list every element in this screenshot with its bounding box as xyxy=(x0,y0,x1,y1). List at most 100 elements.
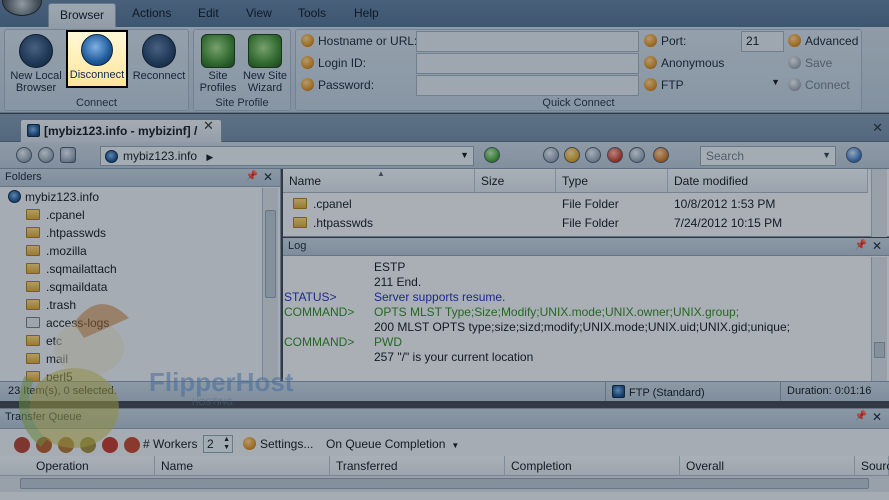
file-row-name[interactable]: .htpasswds xyxy=(293,216,373,230)
refresh-icon[interactable] xyxy=(484,147,500,163)
forward-arrow-icon[interactable] xyxy=(38,147,54,163)
back-arrow-icon[interactable] xyxy=(16,147,32,163)
queue-close-icon[interactable]: ✕ xyxy=(872,410,882,424)
tree-item[interactable]: access-logs xyxy=(26,316,109,334)
folder-icon xyxy=(26,353,40,364)
connect-icon xyxy=(788,78,801,91)
menu-bar: Browser Actions Edit View Tools Help xyxy=(0,0,889,28)
tree-item[interactable]: .cpanel xyxy=(26,208,85,226)
tree-item[interactable]: .sqmailattach xyxy=(26,262,117,280)
play-icon[interactable] xyxy=(80,437,96,453)
port-input[interactable]: 21 xyxy=(741,31,784,52)
log-line: PWD xyxy=(374,335,402,349)
settings-button[interactable]: Settings... xyxy=(243,437,313,451)
hostname-input[interactable] xyxy=(416,31,639,52)
tree-item[interactable]: mail xyxy=(26,352,68,370)
log-close-icon[interactable]: ✕ xyxy=(872,239,882,253)
new-site-wizard-button[interactable]: New Site Wizard xyxy=(240,32,290,94)
chevron-down-icon: ▼ xyxy=(771,77,780,87)
address-dropdown-icon[interactable]: ▼ xyxy=(460,150,469,160)
pause-icon[interactable] xyxy=(36,437,52,453)
log-line: 211 End. xyxy=(374,275,422,289)
delete-icon[interactable] xyxy=(607,147,623,163)
log-scrollbar[interactable] xyxy=(871,257,887,381)
scroll-thumb[interactable] xyxy=(874,342,885,358)
stepper-arrows-icon[interactable]: ▲ ▼ xyxy=(223,436,230,452)
clear-icon[interactable] xyxy=(124,437,140,453)
close-all-tabs-icon[interactable]: ✕ xyxy=(872,120,883,136)
site-profiles-label: Site Profiles xyxy=(199,70,237,94)
anonymous-checkbox[interactable]: Anonymous xyxy=(644,56,724,70)
menu-edit[interactable]: Edit xyxy=(198,6,219,20)
folders-close-icon[interactable]: ✕ xyxy=(263,170,273,184)
reconnect-button[interactable]: Reconnect xyxy=(129,32,189,90)
site-icon xyxy=(105,150,118,163)
protocol-status: FTP (Standard) xyxy=(612,385,705,399)
site-profiles-button[interactable]: Site Profiles xyxy=(194,32,242,94)
menu-view[interactable]: View xyxy=(246,6,272,20)
column-name[interactable]: Name ▲ xyxy=(283,169,475,193)
toolbar-icon-2[interactable] xyxy=(564,147,580,163)
search-dropdown-icon[interactable]: ▼ xyxy=(822,150,831,160)
tree-root[interactable]: mybiz123.info xyxy=(8,190,99,208)
tab-close-icon[interactable]: ✕ xyxy=(203,118,214,134)
login-label: Login ID: xyxy=(301,56,366,70)
app-menu-orb-icon[interactable] xyxy=(2,0,42,16)
pin-icon[interactable]: 📌 xyxy=(246,171,258,182)
column-type[interactable]: Type xyxy=(556,169,668,193)
quick-connect-group: Hostname or URL: Login ID: Password: Por… xyxy=(295,29,862,111)
pin-icon[interactable]: 📌 xyxy=(855,240,867,251)
new-local-browser-label: New Local Browser xyxy=(10,70,62,94)
search-input[interactable]: Search ▼ xyxy=(700,146,836,166)
toolbar-icon-6[interactable] xyxy=(653,147,669,163)
tree-item[interactable]: .htpasswds xyxy=(26,226,106,244)
globe-icon xyxy=(301,34,314,47)
new-local-browser-button[interactable]: New Local Browser xyxy=(6,32,66,94)
site-profile-group: Site Profiles New Site Wizard Site Profi… xyxy=(193,29,291,111)
file-row-type: File Folder xyxy=(562,216,619,230)
toolbar-icon-3[interactable] xyxy=(585,147,601,163)
advanced-button[interactable]: Advanced xyxy=(788,34,858,48)
disconnect-button[interactable]: Disconnect xyxy=(66,30,128,88)
pin-icon[interactable]: 📌 xyxy=(855,411,867,422)
column-size[interactable]: Size xyxy=(475,169,556,193)
workers-stepper[interactable]: 2 ▲ ▼ xyxy=(203,435,233,453)
save-button[interactable]: Save xyxy=(788,56,832,70)
menu-tools[interactable]: Tools xyxy=(298,6,326,20)
protocol-select[interactable]: ▼ xyxy=(681,75,784,96)
menu-browser-label: Browser xyxy=(59,8,104,22)
search-icon[interactable] xyxy=(846,147,862,163)
tree-item[interactable]: .trash xyxy=(26,298,76,316)
ribbon: New Local Browser Reconnect Connect Site… xyxy=(0,27,889,113)
filelist-scrollbar[interactable] xyxy=(871,169,887,237)
site-root-icon xyxy=(8,190,21,203)
folder-icon xyxy=(26,281,40,292)
toolbar-icon-5[interactable] xyxy=(629,147,645,163)
tree-item[interactable]: perl5 xyxy=(26,370,73,381)
queue-horizontal-scrollbar[interactable] xyxy=(0,475,889,492)
folder-up-icon[interactable] xyxy=(60,147,76,163)
skip-icon[interactable] xyxy=(58,437,74,453)
password-input[interactable] xyxy=(416,75,639,96)
stop-icon[interactable] xyxy=(14,437,30,453)
menu-browser[interactable]: Browser xyxy=(48,3,116,28)
cancel-icon[interactable] xyxy=(102,437,118,453)
folders-scrollbar[interactable] xyxy=(262,188,278,381)
scroll-thumb[interactable] xyxy=(20,478,869,489)
address-input[interactable]: mybiz123.info ▶ ▼ xyxy=(100,146,474,166)
toolbar-icon-1[interactable] xyxy=(543,147,559,163)
tree-item[interactable]: .sqmaildata xyxy=(26,280,107,298)
tree-item[interactable]: .mozilla xyxy=(26,244,87,262)
login-input[interactable] xyxy=(416,53,639,74)
tree-item[interactable]: etc xyxy=(26,334,62,352)
menu-actions[interactable]: Actions xyxy=(132,6,171,20)
scroll-thumb[interactable] xyxy=(265,210,276,298)
tab-mybiz123[interactable]: [mybiz123.info - mybizinf] / xyxy=(20,119,222,142)
column-date[interactable]: Date modified xyxy=(668,169,868,193)
protocol-icon xyxy=(644,78,657,91)
save-icon xyxy=(788,56,801,69)
file-row-name[interactable]: .cpanel xyxy=(293,197,352,211)
queue-completion-dropdown[interactable]: On Queue Completion ▼ xyxy=(326,437,459,451)
menu-help[interactable]: Help xyxy=(354,6,379,20)
connect-button[interactable]: Connect xyxy=(788,78,850,92)
